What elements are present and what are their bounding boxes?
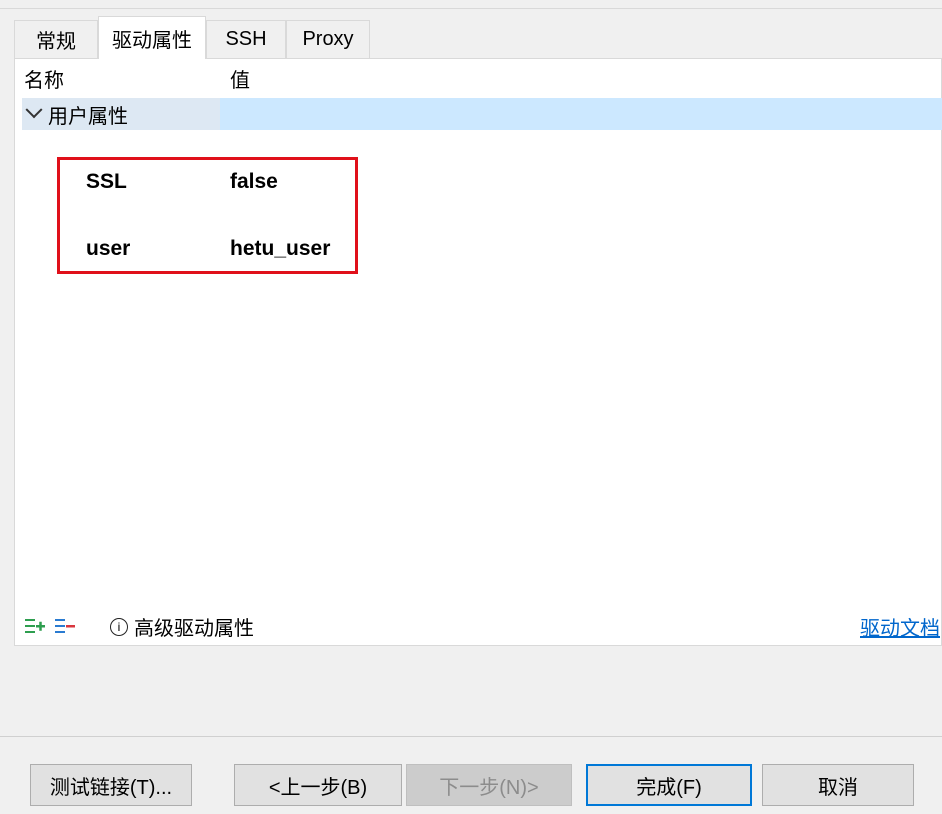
tab-ssh[interactable]: SSH — [206, 20, 286, 58]
cancel-button[interactable]: 取消 — [762, 764, 914, 806]
remove-property-icon[interactable] — [54, 616, 76, 636]
group-label: 用户属性 — [25, 100, 128, 128]
property-value-ssl[interactable]: false — [230, 170, 278, 194]
info-icon: i — [110, 617, 128, 636]
back-button[interactable]: <上一步(B) — [234, 764, 402, 806]
footer-divider — [0, 736, 942, 737]
column-header-value[interactable]: 值 — [230, 64, 250, 93]
next-button[interactable]: 下一步(N)> — [406, 764, 572, 806]
property-value-user[interactable]: hetu_user — [230, 237, 330, 261]
tab-driver-properties[interactable]: 驱动属性 — [98, 16, 206, 59]
properties-toolbar: i 高级驱动属性 驱动文档 — [14, 608, 942, 644]
column-header-name[interactable]: 名称 — [24, 64, 64, 93]
properties-panel — [14, 58, 942, 646]
top-divider — [0, 8, 942, 9]
property-name-user[interactable]: user — [86, 237, 130, 261]
finish-button[interactable]: 完成(F) — [586, 764, 752, 806]
group-label-text: 用户属性 — [48, 105, 128, 128]
driver-docs-link[interactable]: 驱动文档 — [860, 612, 940, 641]
add-property-icon[interactable] — [24, 616, 46, 636]
advanced-properties-toggle[interactable]: i 高级驱动属性 — [110, 612, 254, 641]
chevron-down-icon[interactable] — [25, 101, 43, 119]
test-connection-button[interactable]: 测试链接(T)... — [30, 764, 192, 806]
group-row-user-properties[interactable]: 用户属性 — [22, 98, 942, 130]
tab-proxy[interactable]: Proxy — [286, 20, 370, 58]
advanced-properties-label: 高级驱动属性 — [134, 618, 254, 640]
property-name-ssl[interactable]: SSL — [86, 170, 127, 194]
tab-general[interactable]: 常规 — [14, 20, 98, 58]
